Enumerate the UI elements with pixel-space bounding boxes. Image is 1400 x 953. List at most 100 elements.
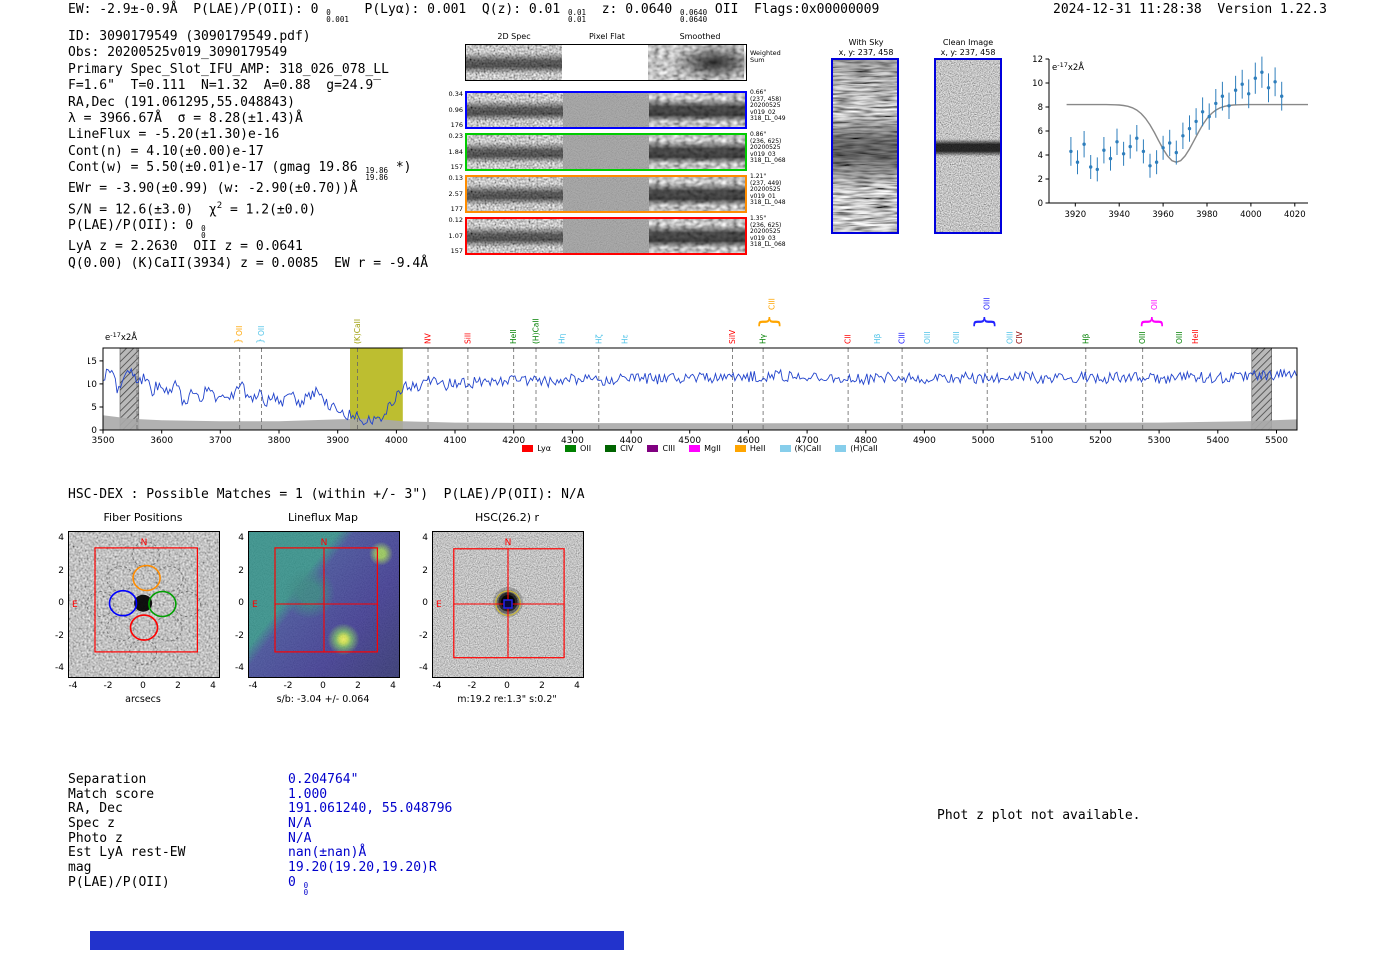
stacked-lo: 0.01 [568, 15, 587, 24]
fiber-row-annotation: 0.66" (237, 458) 20200525 v019_02 318_LL_049 [750, 89, 796, 123]
text-segment: N/A [288, 830, 312, 846]
svg-text:OIII: OIII [923, 331, 932, 344]
svg-text:OIII: OIII [1138, 331, 1147, 344]
ytick-label: -4 [419, 663, 428, 673]
ytick-label: -2 [55, 630, 64, 641]
dark-streak [649, 219, 745, 253]
legend-label: MgII [704, 444, 721, 453]
text-segment: LyA z = 2.2630 OII z = 0.0641 [68, 239, 303, 255]
cell-2dspec [466, 45, 562, 80]
svg-text:{: { [254, 338, 264, 344]
cell-smoothed [649, 135, 745, 169]
cutout-title-map: Lineflux Map [287, 511, 359, 524]
annotation-line-4: 318_LL_049 [750, 115, 786, 123]
clean-title: Clean Image [942, 38, 994, 47]
fiber-weight-1: 2.57 [448, 189, 463, 198]
svg-text:2: 2 [1038, 175, 1043, 185]
text-segment: Obs: 20200525v019_3090179549 [68, 45, 288, 61]
text-segment: Primary Spec_Slot_IFU_AMP: 318_026_078_L… [68, 61, 389, 77]
ytick-label: 0 [58, 598, 64, 608]
clean-dark-line [936, 60, 1000, 232]
svg-text:(K)CaII: (K)CaII [353, 319, 362, 344]
dark-streak [648, 45, 746, 80]
xtick-label: -4 [248, 681, 258, 691]
legend-label: (K)CaII [794, 444, 822, 453]
svg-text:8: 8 [1038, 103, 1043, 113]
text-segment: *) [388, 160, 412, 176]
fiber-weight-0: 0.13 [448, 174, 463, 182]
fiber-weight-2: 157 [450, 247, 463, 255]
stacked-value: 00 [303, 881, 309, 897]
stacked-lo: 0 [303, 887, 309, 897]
text-segment: RA,Dec (191.061295,55.048843) [68, 94, 295, 110]
elixer-detection-report: EW: -2.9±-0.9Å P(LAE)/P(OII): 0 0 0.001 P… [0, 0, 1400, 953]
info-line-4: RA,Dec (191.061295,55.048843) [68, 95, 428, 111]
info-line-9: EWr = -3.90(±0.99) (w: -2.90(±0.70))Å [68, 181, 428, 197]
dark-streak [649, 135, 745, 169]
legend-swatch [734, 445, 746, 452]
dark-streak [467, 93, 563, 127]
legend-swatch [647, 445, 659, 452]
svg-text:4020: 4020 [1284, 210, 1306, 220]
detection-info-block: ID: 3090179549 (3090179549.pdf) Obs: 2020… [68, 29, 428, 272]
ytick-label: -2 [235, 630, 244, 641]
header-summary: EW: -2.9±-0.9Å P(LAE)/P(OII): 0 0 0.001 P… [68, 2, 879, 23]
text-segment: LineFlux = -5.20(±1.30)e-16 [68, 127, 280, 143]
svg-text:10: 10 [88, 380, 97, 390]
fiber-weight-1: 1.84 [448, 147, 463, 156]
text-segment: EW: -2.9±-0.9Å P(LAE)/P(OII): 0 [68, 2, 327, 17]
xtick-label: 4 [210, 681, 216, 691]
xtick-label: 2 [175, 681, 181, 691]
stacked-lo: 0.001 [326, 15, 349, 24]
svg-text:4: 4 [1038, 151, 1043, 161]
spec2d-strip [465, 91, 747, 129]
col-title-2dspec: 2D Spec [497, 32, 531, 41]
stacked-value: 0 0.001 [326, 9, 349, 24]
sky-dark-band [833, 60, 897, 232]
text-segment: = 1.2(±0.0) [222, 201, 317, 217]
xtick-label: 0 [140, 681, 146, 691]
noise-texture [563, 135, 649, 169]
annotation-line-4: 318_LL_068 [750, 157, 786, 165]
fiber-weight-2: 176 [450, 121, 463, 129]
dark-streak [467, 135, 563, 169]
xtick-label: 4 [390, 681, 396, 691]
legend-item-Lyα: Lyα [522, 444, 551, 453]
text-segment: ID: 3090179549 (3090179549.pdf) [68, 29, 311, 44]
text-segment: λ = 3966.67Å σ = 8.28(±1.43)Å [68, 111, 303, 127]
svg-text:5400: 5400 [1206, 436, 1229, 446]
svg-text:Hη: Hη [557, 333, 566, 344]
weighted-sum-label: Weighted Sum [750, 50, 781, 64]
stacked-value: 0.01 0.01 [568, 9, 587, 24]
ytick-label: -4 [235, 663, 244, 673]
text-segment: 0 [288, 874, 304, 890]
cutout-xlabel-fiber: arcsecs [125, 694, 161, 705]
text-segment: OII Flags:0x00000009 [707, 2, 880, 17]
cell-smoothed [649, 219, 745, 253]
svg-text:HeII: HeII [509, 329, 518, 344]
match-value-2: 191.061240, 55.048796 [288, 801, 452, 817]
ytick-label: 4 [58, 533, 64, 543]
legend-swatch [605, 445, 617, 452]
svg-text:e-17x2Å: e-17x2Å [1052, 61, 1084, 73]
col-title-pixelflat: Pixel Flat [589, 32, 625, 41]
stacked-value: 0.0640 0.0640 [680, 9, 707, 24]
noise-texture [563, 93, 649, 127]
ytick-label: -4 [55, 663, 64, 673]
weighted-sum-line2: Sum [750, 56, 765, 64]
svg-text:e-17x2Å: e-17x2Å [105, 331, 137, 343]
svg-text:OII: OII [257, 326, 266, 336]
xtick-label: -4 [432, 681, 442, 691]
stacked-value: 19.86 19.86 [365, 167, 388, 182]
svg-text:Hζ: Hζ [594, 334, 603, 344]
svg-text:3800: 3800 [268, 436, 291, 446]
svg-text:10: 10 [1033, 79, 1043, 89]
svg-text:N: N [141, 538, 148, 548]
text-segment: Cont(w) = 5.50(±0.01)e-17 (gmag 19.86 [68, 160, 366, 176]
fiber-row-weights: 0.23 1.84 157 [439, 133, 463, 171]
info-line-5: λ = 3966.67Å σ = 8.28(±1.43)Å [68, 111, 428, 127]
fiber-weight-0: 0.34 [448, 90, 463, 98]
noise-texture [563, 177, 649, 211]
cell-2dspec [467, 93, 563, 127]
svg-text:E: E [252, 600, 258, 610]
